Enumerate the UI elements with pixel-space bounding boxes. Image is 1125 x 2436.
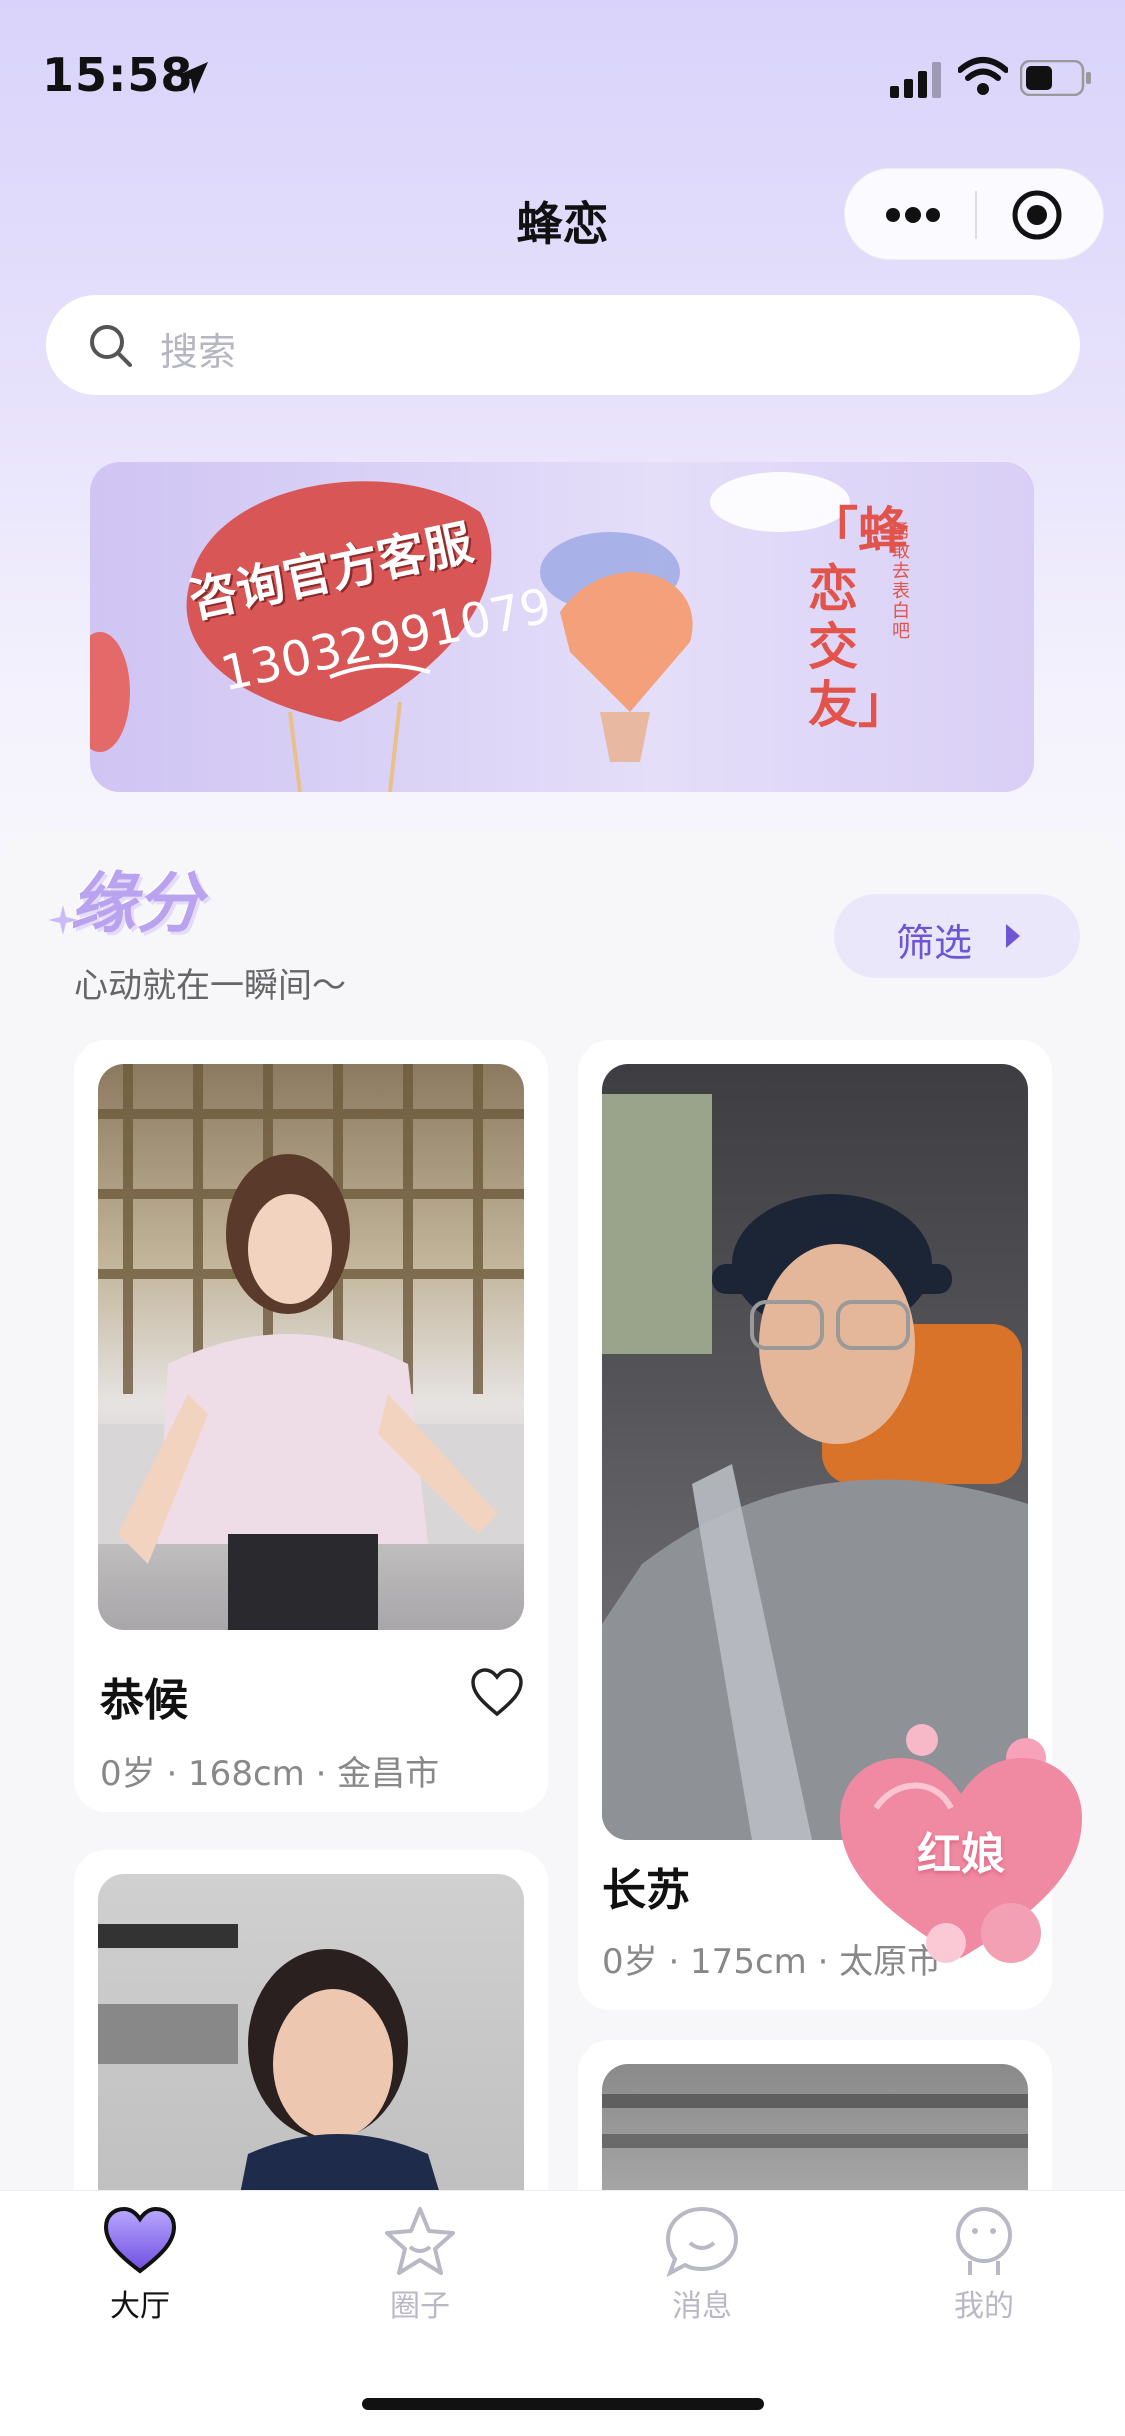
tab-hall[interactable]: 大厅 (40, 2205, 240, 2325)
close-miniprogram-icon[interactable] (1011, 189, 1063, 241)
like-heart-icon[interactable] (470, 1668, 524, 1718)
matchmaker-button[interactable]: 红娘 (836, 1718, 1086, 1978)
tab-label: 大厅 (110, 2289, 170, 2324)
tab-label: 我的 (954, 2289, 1014, 2324)
cellular-signal-icon (890, 62, 941, 98)
banner-slogan: 「蜂恋交友」 (808, 502, 908, 734)
profile-name: 长苏 (602, 1865, 690, 1916)
filter-label: 筛选 (896, 921, 973, 965)
caret-right-icon (1006, 924, 1020, 948)
search-placeholder: 搜索 (160, 330, 237, 374)
status-time: 15:58 (42, 48, 194, 102)
heart-icon (103, 2206, 177, 2274)
profile-info: 0岁 · 168cm · 金昌市 (100, 1754, 440, 1794)
capsule-divider (975, 191, 977, 239)
wifi-icon (958, 57, 1008, 95)
tab-label: 消息 (672, 2289, 732, 2324)
tab-messages[interactable]: 消息 (602, 2205, 802, 2325)
filter-button[interactable]: 筛选 (834, 894, 1080, 978)
more-icon[interactable] (883, 197, 943, 233)
tab-me[interactable]: 我的 (884, 2205, 1084, 2325)
mini-program-capsule (844, 168, 1104, 260)
section-title: 缘分 (70, 865, 202, 942)
home-indicator (362, 2398, 764, 2410)
tab-circle[interactable]: 圈子 (320, 2205, 520, 2325)
battery-icon (1020, 60, 1091, 96)
location-arrow-icon (176, 62, 208, 94)
search-input[interactable]: 搜索 (46, 295, 1080, 395)
promo-banner[interactable]: 咨询官方客服 13032991079 「蜂恋交友」 勇敢去表白吧 (90, 462, 1034, 792)
banner-side-text: 勇敢去表白吧 (892, 521, 910, 642)
star-icon (385, 2207, 455, 2275)
profile-card[interactable]: 恭候 0岁 · 168cm · 金昌市 (74, 1040, 548, 1812)
search-icon (90, 325, 132, 367)
chat-bubble-icon (665, 2206, 739, 2277)
sparkle-icon (48, 905, 78, 935)
user-icon (956, 2207, 1012, 2275)
matchmaker-label: 红娘 (917, 1829, 1005, 1880)
section-subtitle: 心动就在一瞬间～ (74, 966, 346, 1006)
profile-photo (98, 1064, 524, 1630)
tab-label: 圈子 (390, 2289, 450, 2324)
profile-name: 恭候 (100, 1675, 188, 1726)
